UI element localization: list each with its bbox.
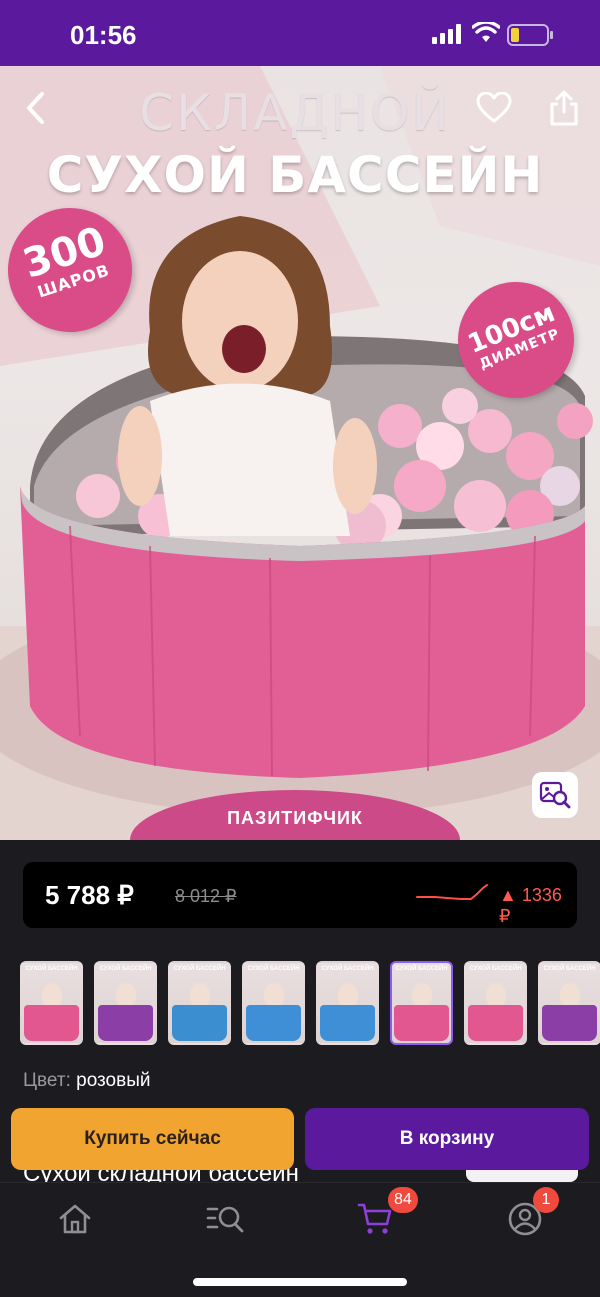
thumbnail-child <box>42 983 62 1007</box>
thumbnail-title: СУХОЙ БАССЕЙН <box>395 966 448 972</box>
thumbnail-pool <box>24 1005 79 1041</box>
variant-thumbnail[interactable]: СУХОЙ БАССЕЙН <box>20 961 83 1045</box>
wifi-icon <box>472 22 500 42</box>
thumbnail-pool <box>468 1005 523 1041</box>
current-price: 5 788 ₽ <box>45 880 134 910</box>
image-search-icon <box>539 781 571 809</box>
status-bar: 01:56 <box>0 0 600 66</box>
favorite-button[interactable] <box>472 86 516 130</box>
catalog-search-icon <box>206 1206 244 1233</box>
status-time: 01:56 <box>70 20 137 50</box>
profile-notification-badge: 1 <box>533 1187 559 1213</box>
tab-catalog-search[interactable] <box>200 1199 250 1239</box>
thumbnail-title: СУХОЙ БАССЕЙН <box>469 966 522 972</box>
thumbnail-child <box>486 983 506 1007</box>
thumbnail-title: СУХОЙ БАССЕЙН <box>25 966 78 972</box>
variant-thumbnail[interactable]: СУХОЙ БАССЕЙН <box>316 961 379 1045</box>
variant-thumbnail[interactable]: СУХОЙ БАССЕЙН <box>390 961 453 1045</box>
thumbnail-pool <box>98 1005 153 1041</box>
variant-thumbnail[interactable]: СУХОЙ БАССЕЙН <box>168 961 231 1045</box>
thumbnail-pool <box>172 1005 227 1041</box>
thumbnail-pool <box>394 1005 449 1041</box>
thumbnail-title: СУХОЙ БАССЕЙН <box>99 966 152 972</box>
share-button[interactable] <box>542 86 586 130</box>
thumbnail-title: СУХОЙ БАССЕЙН <box>321 966 374 972</box>
cart-icon <box>357 1203 392 1234</box>
thumbnail-pool <box>542 1005 597 1041</box>
battery-icon <box>507 24 553 46</box>
color-value: розовый <box>76 1070 151 1091</box>
product-hero-image[interactable]: СКЛАДНОЙ СУХОЙ БАССЕЙН 300 ШАРОВ 100см Д… <box>0 66 600 840</box>
variant-thumbnail[interactable]: СУХОЙ БАССЕЙН <box>94 961 157 1045</box>
chevron-left-icon <box>27 92 44 124</box>
color-label: Цвет: <box>23 1070 71 1091</box>
thumbnail-child <box>412 983 432 1007</box>
color-variant-thumbnails: СУХОЙ БАССЕЙН СУХОЙ БАССЕЙН СУХОЙ БАССЕЙН С… <box>20 961 600 1047</box>
cart-count-badge: 84 <box>388 1187 418 1213</box>
thumbnail-child <box>116 983 136 1007</box>
thumbnail-title: СУХОЙ БАССЕЙН <box>247 966 300 972</box>
share-icon <box>550 90 578 126</box>
buy-now-button[interactable]: Купить сейчас <box>11 1108 294 1170</box>
thumbnail-child <box>560 983 580 1007</box>
color-selection: Цвет: розовый <box>23 1070 151 1092</box>
price-panel[interactable]: 5 788 ₽ 8 012 ₽ ▲ 1336 ₽ <box>23 862 577 928</box>
thumbnail-pool <box>320 1005 375 1041</box>
price-change: ▲ 1336 ₽ <box>499 885 562 926</box>
heart-icon <box>476 92 512 123</box>
brand-name: ПАЗИТИФЧИК <box>227 808 363 828</box>
price-history-chart <box>416 884 488 900</box>
thumbnail-child <box>338 983 358 1007</box>
hero-title-line2: СУХОЙ БАССЕЙН <box>46 146 544 204</box>
variant-thumbnail[interactable]: СУХОЙ БАССЕЙН <box>464 961 527 1045</box>
variant-thumbnail[interactable]: СУХОЙ БАССЕЙН <box>538 961 600 1045</box>
cellular-signal-icon <box>432 24 461 44</box>
thumbnail-child <box>190 983 210 1007</box>
old-price: 8 012 ₽ <box>175 886 237 906</box>
thumbnail-title: СУХОЙ БАССЕЙН <box>543 966 596 972</box>
tab-home[interactable] <box>50 1199 100 1239</box>
home-icon <box>59 1204 91 1234</box>
thumbnail-child <box>264 983 284 1007</box>
add-to-cart-button[interactable]: В корзину <box>305 1108 589 1170</box>
image-search-button[interactable] <box>532 772 578 818</box>
thumbnail-pool <box>246 1005 301 1041</box>
variant-thumbnail[interactable]: СУХОЙ БАССЕЙН <box>242 961 305 1045</box>
home-indicator <box>193 1278 407 1286</box>
thumbnail-title: СУХОЙ БАССЕЙН <box>173 966 226 972</box>
back-button[interactable] <box>14 86 58 130</box>
